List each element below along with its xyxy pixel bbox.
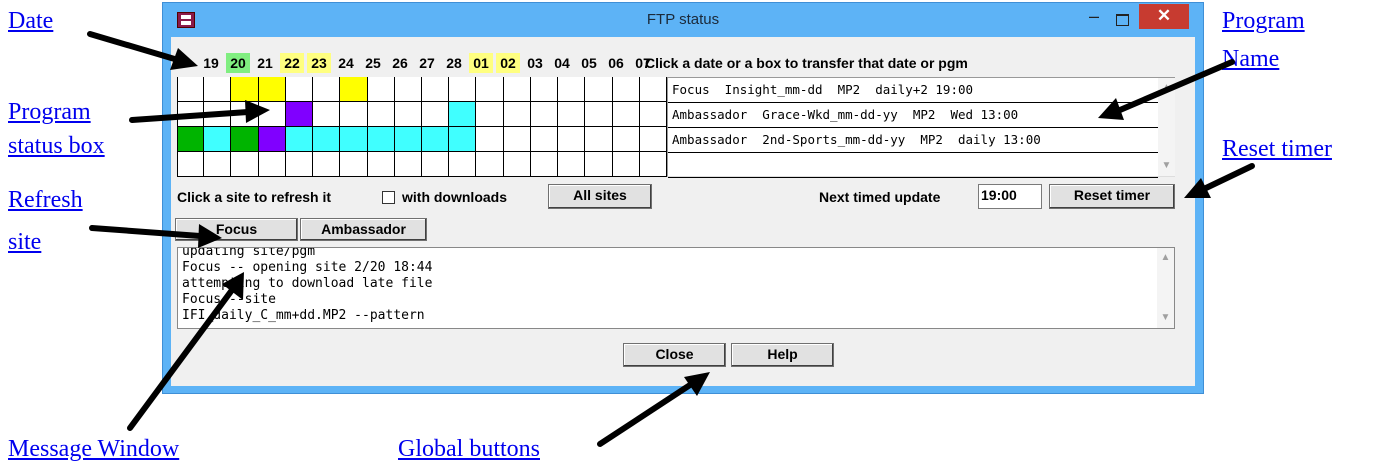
arrow-program-status-box xyxy=(129,109,251,123)
arrow-head xyxy=(198,224,222,248)
arrow-refresh-site xyxy=(89,225,203,239)
arrow-message-window xyxy=(127,287,235,431)
arrow-reset-timer xyxy=(1203,163,1255,191)
arrow-date xyxy=(87,31,181,63)
arrow-head xyxy=(170,48,198,70)
arrow-head xyxy=(245,100,270,123)
arrow-program-name xyxy=(1117,59,1235,113)
annotation-arrows xyxy=(87,31,1255,447)
arrow-global-buttons xyxy=(597,382,693,447)
